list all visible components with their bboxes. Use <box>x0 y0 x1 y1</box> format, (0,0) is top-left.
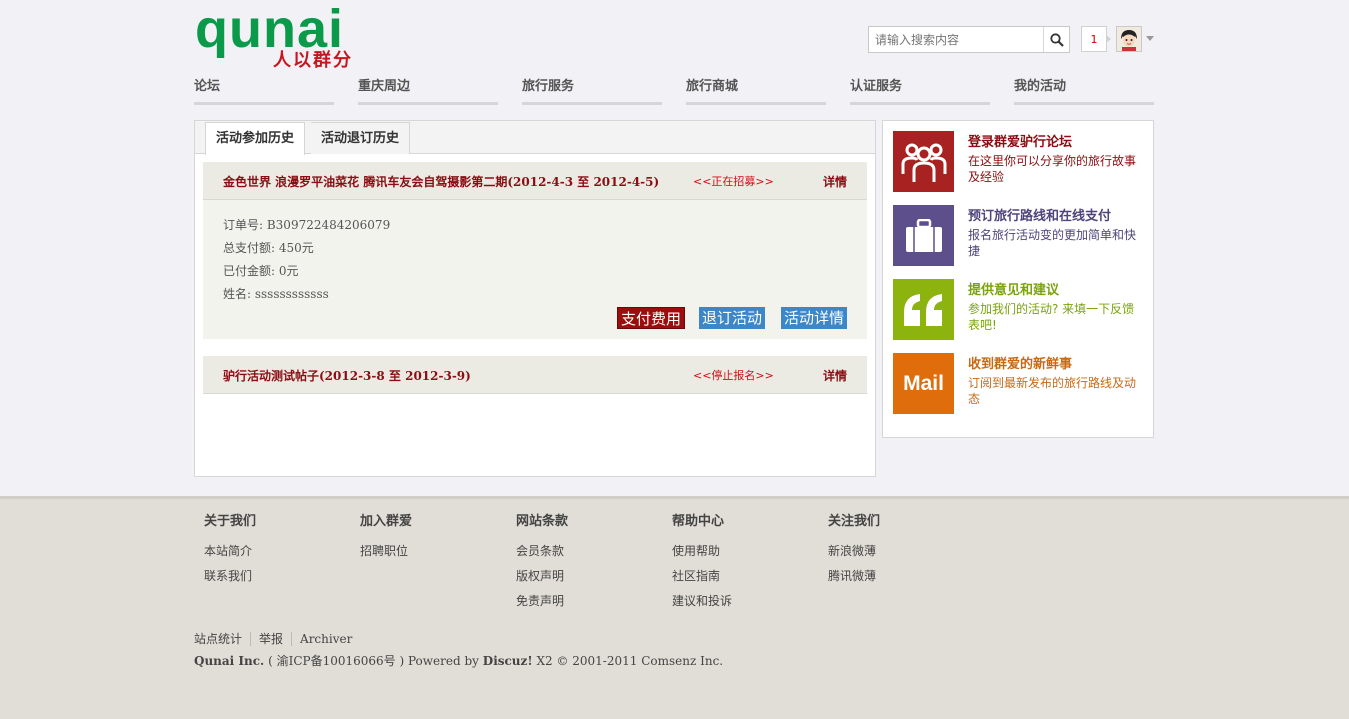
discuz-link[interactable]: Discuz! <box>483 654 533 668</box>
footer-heading: 加入群爱 <box>360 514 413 529</box>
promo-description: 报名旅行活动变的更加简单和快捷 <box>968 228 1137 258</box>
footer: 关于我们 本站简介 联系我们 加入群爱 招聘职位 网站条款 会员条款 版权声明 … <box>0 496 1349 719</box>
participant-name: 姓名: ssssssssssss <box>223 287 329 301</box>
nav-my-activities[interactable]: 我的活动 <box>1014 78 1154 105</box>
nav-forum[interactable]: 论坛 <box>194 78 334 105</box>
search-box <box>868 26 1070 53</box>
activity-title[interactable]: 金色世界 浪漫罗平油菜花 腾讯车友会自驾摄影第二期(2012-4-3 至 201… <box>223 173 659 190</box>
promo-feedback[interactable]: 提供意见和建议 参加我们的活动? 来填一下反馈表吧! <box>893 279 1148 341</box>
promo-description: 参加我们的活动? 来填一下反馈表吧! <box>968 302 1135 332</box>
cancel-activity-button[interactable]: 退订活动 <box>699 307 766 329</box>
footer-link[interactable]: 使用帮助 <box>672 539 822 564</box>
footer-bottom-link[interactable]: Archiver <box>300 632 360 646</box>
mail-icon: Mail <box>893 353 954 414</box>
footer-link[interactable]: 社区指南 <box>672 564 822 589</box>
promo-title: 登录群爱驴行论坛 <box>968 135 1073 150</box>
nav-certification[interactable]: 认证服务 <box>850 78 990 105</box>
site-logo[interactable]: qunai 人以群分 <box>195 2 385 74</box>
chevron-down-icon[interactable] <box>1146 36 1154 41</box>
footer-link[interactable]: 本站简介 <box>204 539 354 564</box>
nav-label: 认证服务 <box>850 79 903 94</box>
activity-item: 驴行活动测试帖子(2012-3-8 至 2012-3-9) <<停止报名>> 详… <box>203 356 867 394</box>
paid-amount: 已付金额: 0元 <box>223 264 299 278</box>
activity-status: <<停止报名>> <box>693 369 774 382</box>
footer-link[interactable]: 招聘职位 <box>360 539 510 564</box>
company-name[interactable]: Qunai Inc. <box>194 654 264 668</box>
activity-header: 驴行活动测试帖子(2012-3-8 至 2012-3-9) <<停止报名>> 详… <box>203 356 867 394</box>
nav-travel-mall[interactable]: 旅行商城 <box>686 78 826 105</box>
search-input[interactable] <box>869 27 1043 52</box>
activity-status: <<正在招募>> <box>693 175 774 188</box>
footer-heading: 关于我们 <box>204 514 257 529</box>
promo-title: 提供意见和建议 <box>968 283 1060 298</box>
footer-link[interactable]: 版权声明 <box>516 564 666 589</box>
nav-label: 重庆周边 <box>358 79 411 94</box>
promo-description: 订阅到最新发布的旅行路线及动态 <box>968 376 1137 406</box>
footer-link[interactable]: 会员条款 <box>516 539 666 564</box>
briefcase-icon <box>893 205 954 266</box>
nav-label: 旅行服务 <box>522 79 575 94</box>
footer-link[interactable]: 腾讯微薄 <box>828 564 978 589</box>
footer-heading: 帮助中心 <box>672 514 725 529</box>
promo-booking[interactable]: 预订旅行路线和在线支付 报名旅行活动变的更加简单和快捷 <box>893 205 1148 267</box>
tab-join-history[interactable]: 活动参加历史 <box>205 122 306 155</box>
footer-column: 关于我们 本站简介 联系我们 <box>204 513 354 589</box>
activity-item: 金色世界 浪漫罗平油菜花 腾讯车友会自驾摄影第二期(2012-4-3 至 201… <box>203 162 867 339</box>
nav-label: 论坛 <box>194 79 221 94</box>
footer-heading: 关注我们 <box>828 514 881 529</box>
activity-header: 金色世界 浪漫罗平油菜花 腾讯车友会自驾摄影第二期(2012-4-3 至 201… <box>203 162 867 200</box>
user-avatar-icon <box>1117 27 1141 51</box>
footer-bottom-link[interactable]: 举报 <box>259 632 293 646</box>
quote-icon <box>893 279 954 340</box>
copyright: Qunai Inc. ( 渝ICP备10016066号 ) Powered by… <box>194 652 723 669</box>
activity-detail-link[interactable]: 详情 <box>823 173 847 190</box>
footer-heading: 网站条款 <box>516 514 569 529</box>
mail-icon-text: Mail <box>903 371 944 395</box>
pay-button[interactable]: 支付费用 <box>617 307 686 329</box>
notification-count[interactable]: 1 <box>1081 26 1111 52</box>
copyright-text: X2 © 2001-2011 Comsenz Inc. <box>536 654 724 668</box>
promo-title: 预订旅行路线和在线支付 <box>968 209 1112 224</box>
tab-bar: 活动参加历史 活动退订历史 <box>195 121 875 155</box>
search-button[interactable] <box>1043 27 1069 52</box>
nav-chongqing[interactable]: 重庆周边 <box>358 78 498 105</box>
activity-detail-button[interactable]: 活动详情 <box>781 307 848 329</box>
footer-column: 帮助中心 使用帮助 社区指南 建议和投诉 <box>672 513 822 614</box>
icp-text: ( 渝ICP备10016066号 ) Powered by <box>268 654 479 668</box>
promo-subscribe[interactable]: Mail 收到群爱的新鲜事 订阅到最新发布的旅行路线及动态 <box>893 353 1148 415</box>
tab-cancel-history[interactable]: 活动退订历史 <box>311 122 411 154</box>
activity-detail-link[interactable]: 详情 <box>823 367 847 384</box>
nav-label: 我的活动 <box>1014 79 1067 94</box>
footer-link[interactable]: 建议和投诉 <box>672 589 822 614</box>
footer-column: 关注我们 新浪微薄 腾讯微薄 <box>828 513 978 589</box>
order-number: 订单号: B309722484206079 <box>223 218 391 232</box>
footer-bottom-link[interactable]: 站点统计 <box>194 632 252 646</box>
footer-link[interactable]: 联系我们 <box>204 564 354 589</box>
promo-description: 在这里你可以分享你的旅行故事及经验 <box>968 154 1137 184</box>
sidebar-promo: 登录群爱驴行论坛 在这里你可以分享你的旅行故事及经验 预订旅行路线和在线支付 报… <box>882 120 1154 438</box>
footer-link[interactable]: 免责声明 <box>516 589 666 614</box>
avatar[interactable] <box>1116 26 1142 52</box>
footer-column: 网站条款 会员条款 版权声明 免责声明 <box>516 513 666 614</box>
footer-link[interactable]: 新浪微薄 <box>828 539 978 564</box>
people-icon <box>893 131 954 192</box>
footer-bottom-links: 站点统计 举报 Archiver <box>194 630 368 647</box>
logo-subtitle: 人以群分 <box>273 50 353 71</box>
activity-panel: 活动参加历史 活动退订历史 金色世界 浪漫罗平油菜花 腾讯车友会自驾摄影第二期(… <box>194 120 876 477</box>
activity-order-info: 订单号: B309722484206079 总支付额: 450元 已付金额: 0… <box>203 200 867 339</box>
activity-title[interactable]: 驴行活动测试帖子(2012-3-8 至 2012-3-9) <box>223 367 471 384</box>
nav-travel-service[interactable]: 旅行服务 <box>522 78 662 105</box>
total-amount: 总支付额: 450元 <box>223 241 314 255</box>
footer-column: 加入群爱 招聘职位 <box>360 513 510 564</box>
search-icon <box>1049 32 1064 47</box>
nav-label: 旅行商城 <box>686 79 739 94</box>
promo-forum[interactable]: 登录群爱驴行论坛 在这里你可以分享你的旅行故事及经验 <box>893 131 1148 193</box>
promo-title: 收到群爱的新鲜事 <box>968 357 1073 372</box>
